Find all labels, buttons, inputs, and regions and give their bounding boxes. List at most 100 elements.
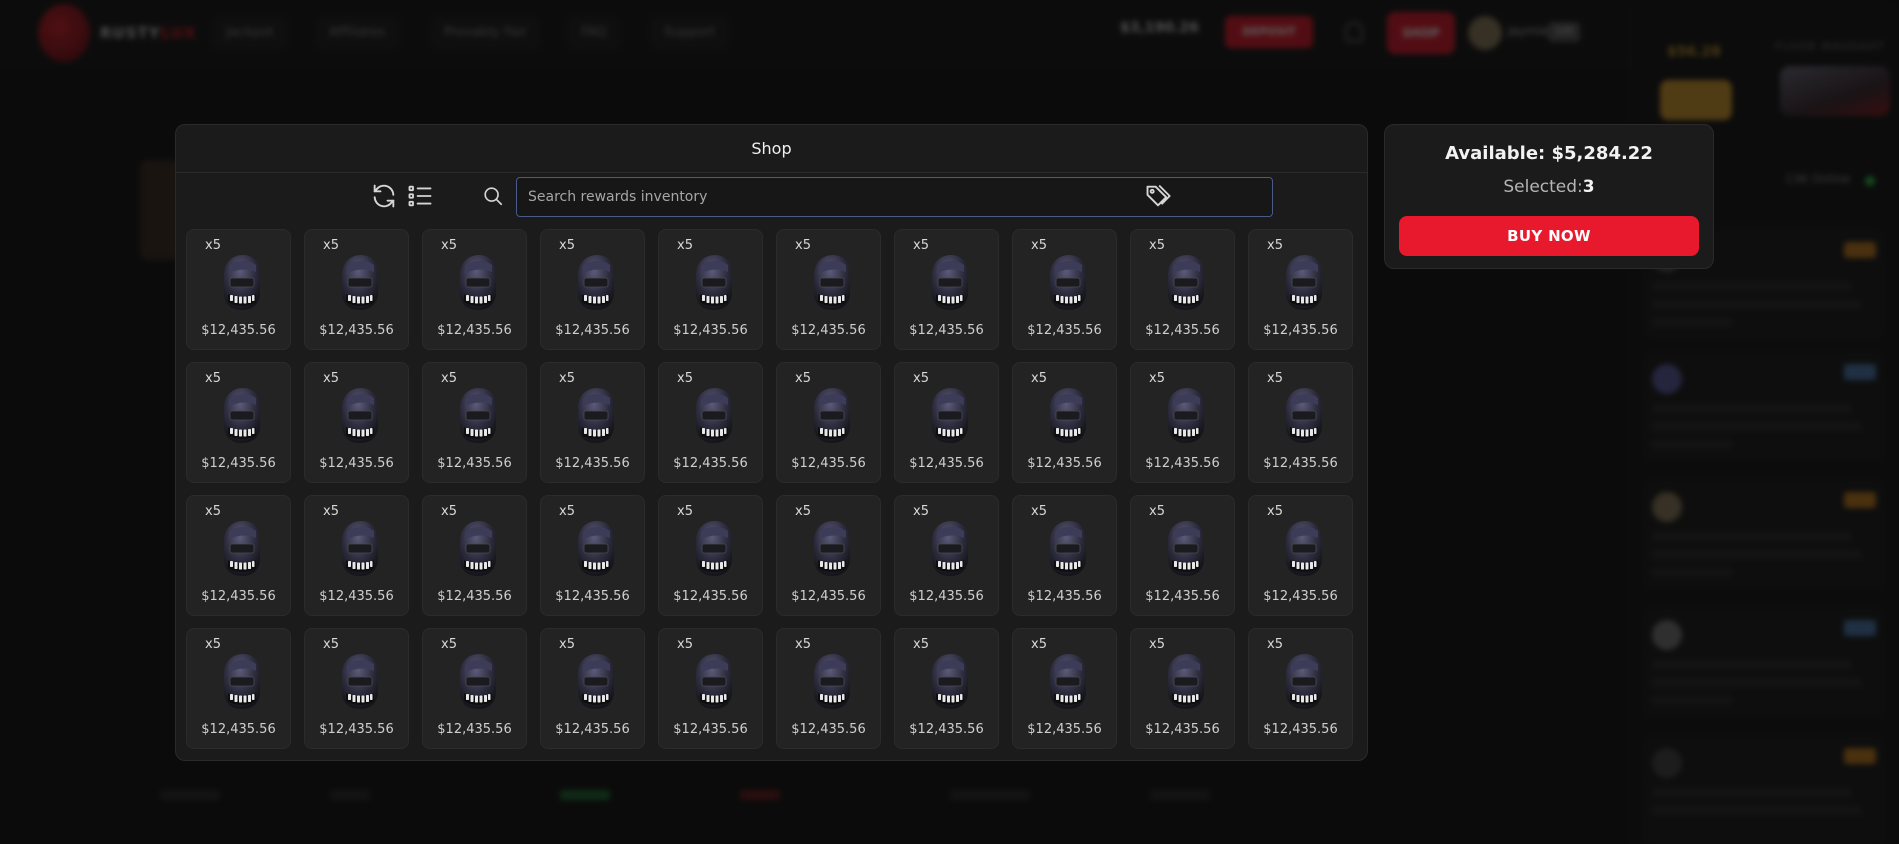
item-quantity: x5 bbox=[1267, 504, 1283, 519]
reward-item-card[interactable]: x5 $12,435.56 bbox=[776, 628, 881, 749]
reward-item-card[interactable]: x5 $12,435.56 bbox=[304, 229, 409, 350]
helmet-item-image bbox=[335, 252, 383, 314]
item-quantity: x5 bbox=[677, 238, 693, 253]
item-quantity: x5 bbox=[205, 504, 221, 519]
item-quantity: x5 bbox=[205, 371, 221, 386]
reward-item-card[interactable]: x5 $12,435.56 bbox=[186, 495, 291, 616]
reward-item-card[interactable]: x5 $12,435.56 bbox=[540, 495, 645, 616]
reward-item-card[interactable]: x5 $12,435.56 bbox=[894, 628, 999, 749]
reward-item-card[interactable]: x5 $12,435.56 bbox=[658, 628, 763, 749]
item-price: $12,435.56 bbox=[1145, 456, 1220, 471]
helmet-item-image bbox=[217, 252, 265, 314]
reward-item-card[interactable]: x5 $12,435.56 bbox=[1248, 628, 1353, 749]
reward-item-card[interactable]: x5 $12,435.56 bbox=[658, 495, 763, 616]
item-price: $12,435.56 bbox=[1145, 589, 1220, 604]
selected-label: Selected: bbox=[1503, 177, 1583, 197]
item-price: $12,435.56 bbox=[201, 589, 276, 604]
reward-item-card[interactable]: x5 $12,435.56 bbox=[422, 229, 527, 350]
item-quantity: x5 bbox=[913, 371, 929, 386]
shop-title: Shop bbox=[176, 125, 1367, 173]
item-price: $12,435.56 bbox=[319, 589, 394, 604]
reward-item-card[interactable]: x5 $12,435.56 bbox=[1130, 628, 1235, 749]
selected-count: Selected:3 bbox=[1385, 177, 1713, 197]
reward-item-card[interactable]: x5 $12,435.56 bbox=[894, 229, 999, 350]
reward-item-card[interactable]: x5 $12,435.56 bbox=[422, 628, 527, 749]
item-price: $12,435.56 bbox=[1263, 722, 1338, 737]
reward-item-card[interactable]: x5 $12,435.56 bbox=[776, 362, 881, 483]
helmet-item-image bbox=[217, 518, 265, 580]
refresh-icon[interactable] bbox=[370, 182, 398, 210]
helmet-item-image bbox=[925, 651, 973, 713]
item-quantity: x5 bbox=[795, 238, 811, 253]
helmet-item-image bbox=[689, 651, 737, 713]
reward-item-card[interactable]: x5 $12,435.56 bbox=[1012, 229, 1117, 350]
helmet-item-image bbox=[335, 518, 383, 580]
helmet-item-image bbox=[217, 651, 265, 713]
item-quantity: x5 bbox=[559, 637, 575, 652]
reward-item-card[interactable]: x5 $12,435.56 bbox=[1248, 362, 1353, 483]
item-price: $12,435.56 bbox=[1145, 722, 1220, 737]
item-price: $12,435.56 bbox=[909, 722, 984, 737]
reward-item-card[interactable]: x5 $12,435.56 bbox=[540, 628, 645, 749]
reward-item-card[interactable]: x5 $12,435.56 bbox=[658, 229, 763, 350]
reward-item-card[interactable]: x5 $12,435.56 bbox=[1130, 362, 1235, 483]
item-price: $12,435.56 bbox=[1027, 589, 1102, 604]
helmet-item-image bbox=[571, 252, 619, 314]
item-price: $12,435.56 bbox=[201, 456, 276, 471]
reward-item-card[interactable]: x5 $12,435.56 bbox=[540, 229, 645, 350]
item-quantity: x5 bbox=[913, 504, 929, 519]
search-icon bbox=[482, 185, 504, 207]
list-icon[interactable] bbox=[406, 182, 434, 210]
reward-item-card[interactable]: x5 $12,435.56 bbox=[776, 229, 881, 350]
item-quantity: x5 bbox=[1031, 504, 1047, 519]
item-quantity: x5 bbox=[913, 637, 929, 652]
reward-item-card[interactable]: x5 $12,435.56 bbox=[422, 495, 527, 616]
purchase-summary: Available: $5,284.22 Selected:3 BUY NOW bbox=[1384, 124, 1714, 269]
reward-item-card[interactable]: x5 $12,435.56 bbox=[894, 362, 999, 483]
helmet-item-image bbox=[1161, 252, 1209, 314]
reward-item-card[interactable]: x5 $12,435.56 bbox=[422, 362, 527, 483]
reward-item-card[interactable]: x5 $12,435.56 bbox=[894, 495, 999, 616]
item-quantity: x5 bbox=[1267, 238, 1283, 253]
item-price: $12,435.56 bbox=[437, 456, 512, 471]
reward-item-card[interactable]: x5 $12,435.56 bbox=[186, 229, 291, 350]
reward-item-card[interactable]: x5 $12,435.56 bbox=[776, 495, 881, 616]
reward-item-card[interactable]: x5 $12,435.56 bbox=[1130, 495, 1235, 616]
reward-item-card[interactable]: x5 $12,435.56 bbox=[1012, 628, 1117, 749]
item-quantity: x5 bbox=[795, 637, 811, 652]
item-price: $12,435.56 bbox=[1027, 722, 1102, 737]
item-price: $12,435.56 bbox=[555, 456, 630, 471]
helmet-item-image bbox=[453, 518, 501, 580]
reward-item-card[interactable]: x5 $12,435.56 bbox=[1130, 229, 1235, 350]
reward-item-card[interactable]: x5 $12,435.56 bbox=[1248, 495, 1353, 616]
item-quantity: x5 bbox=[1031, 238, 1047, 253]
item-price: $12,435.56 bbox=[791, 589, 866, 604]
selected-value: 3 bbox=[1582, 177, 1595, 197]
reward-item-card[interactable]: x5 $12,435.56 bbox=[1012, 362, 1117, 483]
reward-item-card[interactable]: x5 $12,435.56 bbox=[1012, 495, 1117, 616]
reward-item-card[interactable]: x5 $12,435.56 bbox=[658, 362, 763, 483]
item-price: $12,435.56 bbox=[673, 323, 748, 338]
helmet-item-image bbox=[453, 385, 501, 447]
reward-item-card[interactable]: x5 $12,435.56 bbox=[304, 628, 409, 749]
helmet-item-image bbox=[925, 385, 973, 447]
reward-item-card[interactable]: x5 $12,435.56 bbox=[1248, 229, 1353, 350]
reward-item-card[interactable]: x5 $12,435.56 bbox=[540, 362, 645, 483]
item-price: $12,435.56 bbox=[673, 589, 748, 604]
item-quantity: x5 bbox=[795, 371, 811, 386]
buy-now-button[interactable]: BUY NOW bbox=[1399, 216, 1699, 256]
item-quantity: x5 bbox=[323, 238, 339, 253]
reward-item-card[interactable]: x5 $12,435.56 bbox=[186, 628, 291, 749]
reward-item-card[interactable]: x5 $12,435.56 bbox=[186, 362, 291, 483]
reward-item-card[interactable]: x5 $12,435.56 bbox=[304, 362, 409, 483]
helmet-item-image bbox=[453, 252, 501, 314]
item-price: $12,435.56 bbox=[1263, 589, 1338, 604]
item-price: $12,435.56 bbox=[909, 589, 984, 604]
helmet-item-image bbox=[571, 651, 619, 713]
helmet-item-image bbox=[689, 518, 737, 580]
helmet-item-image bbox=[571, 518, 619, 580]
tags-icon[interactable] bbox=[1144, 182, 1172, 210]
reward-item-card[interactable]: x5 $12,435.56 bbox=[304, 495, 409, 616]
item-quantity: x5 bbox=[559, 371, 575, 386]
item-quantity: x5 bbox=[1267, 637, 1283, 652]
